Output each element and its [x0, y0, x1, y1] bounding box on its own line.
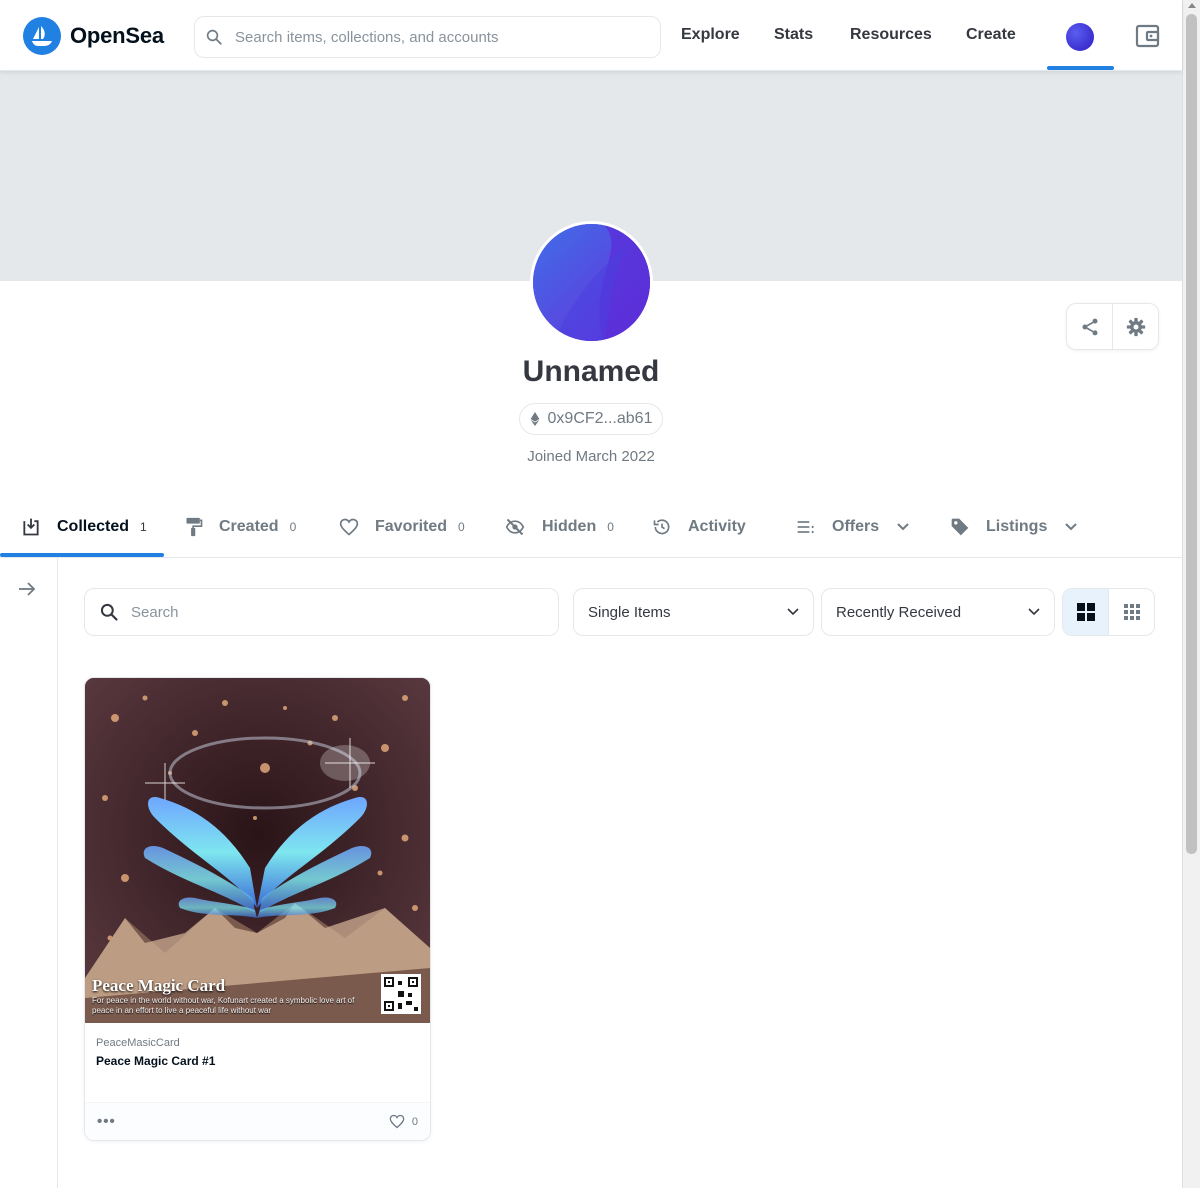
- gear-icon: [1126, 317, 1145, 336]
- global-search[interactable]: [194, 16, 661, 58]
- grid-size-toggle: [1062, 588, 1155, 636]
- favorite-button[interactable]: 0: [389, 1114, 418, 1129]
- tab-created[interactable]: Created 0: [185, 497, 296, 557]
- nav-active-indicator: [1047, 66, 1114, 70]
- favorite-count: 0: [411, 1115, 418, 1128]
- nft-card[interactable]: Peace Magic Card For peace in the world …: [84, 677, 431, 1141]
- nav-explore[interactable]: Explore: [681, 0, 740, 70]
- profile-tabs: Collected 1 Created 0 Favorited 0 Hidden…: [0, 497, 1182, 558]
- profile-name: Unnamed: [522, 355, 660, 388]
- tab-activity[interactable]: Activity: [652, 497, 746, 557]
- small-grid-button[interactable]: [1108, 589, 1154, 635]
- nav-explore-label: Explore: [681, 26, 740, 43]
- nav-stats-label: Stats: [774, 26, 814, 43]
- nft-item-name[interactable]: Peace Magic Card #1: [96, 1054, 419, 1068]
- chevron-down-icon: [1028, 608, 1040, 616]
- filter-sidebar: [0, 558, 58, 1188]
- items-search[interactable]: [84, 588, 559, 636]
- tab-favorited[interactable]: Favorited 0: [339, 497, 465, 557]
- tag-icon: [951, 518, 969, 536]
- opensea-logo[interactable]: OpenSea: [23, 17, 164, 55]
- tab-active-indicator: [0, 553, 164, 557]
- tab-collected-count: 1: [140, 520, 147, 534]
- collected-icon: [23, 518, 39, 536]
- nft-collection-name[interactable]: PeaceMasicCard: [96, 1037, 419, 1049]
- eye-off-icon: [505, 518, 525, 536]
- heart-icon: [389, 1114, 405, 1129]
- logo-text: OpenSea: [70, 23, 164, 48]
- item-type-value: Single Items: [588, 603, 671, 621]
- tab-offers-label: Offers: [832, 518, 880, 535]
- tab-listings[interactable]: Listings: [950, 497, 1078, 557]
- large-grid-icon: [1076, 603, 1095, 621]
- tab-created-label: Created: [219, 518, 279, 535]
- expand-filters-button[interactable]: [17, 580, 37, 603]
- sort-select[interactable]: Recently Received: [821, 588, 1055, 636]
- opensea-logo-icon: [23, 17, 61, 55]
- items-search-input[interactable]: [131, 603, 531, 621]
- sort-value: Recently Received: [836, 603, 962, 621]
- ethereum-icon: [530, 412, 539, 426]
- item-type-select[interactable]: Single Items: [573, 588, 814, 636]
- tab-favorited-label: Favorited: [375, 518, 448, 535]
- wallet-address: 0x9CF2...ab61: [547, 410, 653, 427]
- nft-card-body: PeaceMasicCard Peace Magic Card #1: [85, 1023, 430, 1068]
- chevron-down-icon: [897, 523, 909, 531]
- chevron-down-icon: [787, 608, 799, 616]
- nav-resources-label: Resources: [850, 26, 932, 43]
- tab-hidden-count: 0: [607, 520, 614, 534]
- profile-actions: [1066, 303, 1159, 350]
- search-icon: [100, 603, 118, 621]
- search-icon: [206, 29, 222, 45]
- wallet-icon: [1135, 24, 1160, 48]
- paint-roller-icon: [186, 517, 203, 537]
- tab-created-count: 0: [289, 520, 297, 534]
- share-button[interactable]: [1067, 304, 1112, 349]
- tab-listings-label: Listings: [986, 518, 1048, 535]
- small-grid-icon: [1123, 604, 1140, 620]
- top-navigation: OpenSea Explore Stats Resources Create: [0, 0, 1182, 71]
- nft-image[interactable]: Peace Magic Card For peace in the world …: [85, 678, 430, 1023]
- tab-collected[interactable]: Collected 1: [21, 497, 147, 557]
- scrollbar-thumb[interactable]: [1186, 14, 1197, 854]
- tab-activity-label: Activity: [688, 518, 746, 535]
- tab-offers[interactable]: Offers: [796, 497, 909, 557]
- nft-card-footer: ••• 0: [85, 1102, 430, 1140]
- nft-art-subtitle: For peace in the world without war, Kofu…: [92, 996, 355, 1015]
- tab-collected-label: Collected: [57, 518, 130, 535]
- wallet-button[interactable]: [1135, 24, 1161, 53]
- list-icon: [797, 521, 814, 534]
- chevron-down-icon: [1065, 523, 1078, 531]
- profile-avatar: [530, 221, 653, 344]
- joined-date: Joined March 2022: [527, 448, 655, 465]
- nav-create-label: Create: [966, 26, 1016, 43]
- tab-hidden-label: Hidden: [542, 518, 597, 535]
- settings-button[interactable]: [1112, 304, 1158, 349]
- nav-create[interactable]: Create: [966, 0, 1016, 70]
- heart-icon: [339, 518, 359, 536]
- profile-avatar-button[interactable]: [1066, 23, 1094, 51]
- large-grid-button[interactable]: [1063, 589, 1108, 635]
- nav-resources[interactable]: Resources: [850, 0, 932, 70]
- wallet-address-button[interactable]: 0x9CF2...ab61: [519, 403, 663, 435]
- arrow-right-icon: [19, 582, 36, 596]
- global-search-input[interactable]: [235, 28, 635, 46]
- history-icon: [653, 519, 670, 535]
- more-options-button[interactable]: •••: [97, 1113, 116, 1130]
- scroll-up-arrow-icon[interactable]: [1188, 3, 1196, 8]
- tab-favorited-count: 0: [458, 520, 465, 534]
- share-icon: [1082, 318, 1097, 335]
- tab-hidden[interactable]: Hidden 0: [504, 497, 614, 557]
- nav-stats[interactable]: Stats: [774, 0, 813, 70]
- nft-art-title: Peace Magic Card: [92, 976, 226, 995]
- page-scrollbar[interactable]: [1182, 0, 1200, 1188]
